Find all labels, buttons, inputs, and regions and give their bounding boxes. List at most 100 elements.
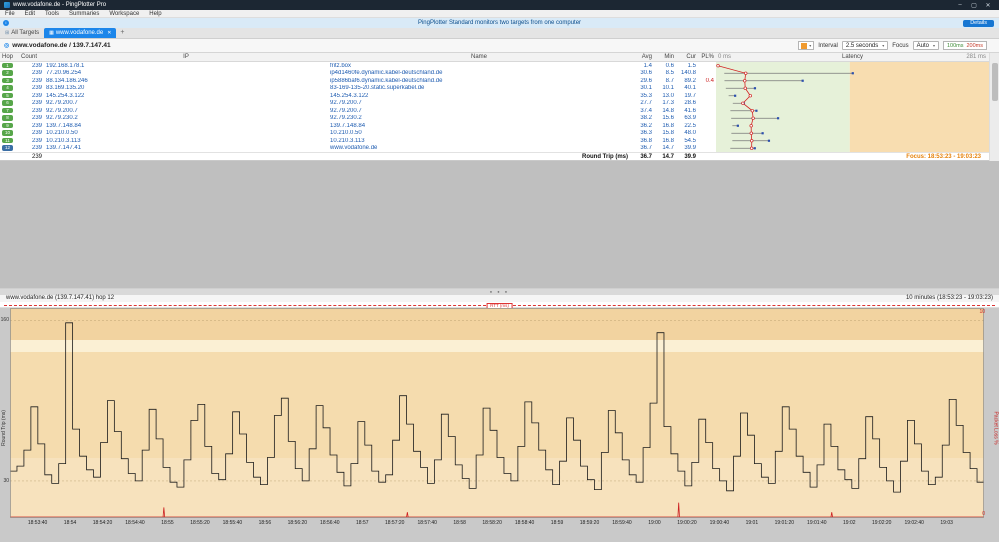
hop-badge-icon[interactable]: 6	[2, 100, 13, 106]
col-hop[interactable]: Hop	[0, 54, 14, 60]
app-icon	[4, 2, 10, 8]
tab-close-icon[interactable]: ✕	[107, 30, 111, 36]
cell-hop: 5	[0, 92, 14, 99]
col-avg[interactable]: Avg	[630, 54, 654, 60]
x-tick-label: 19:01:40	[807, 520, 827, 526]
cell-hop: 11	[0, 137, 14, 144]
chevron-down-icon: ▾	[882, 43, 885, 48]
hop-badge-icon[interactable]: 3	[2, 77, 13, 84]
hop-badge-icon[interactable]: 2	[2, 70, 13, 76]
cell-ip: 88.134.186.246	[46, 77, 88, 84]
hop-badge-icon[interactable]: 1	[2, 62, 13, 69]
cell-name: 10.210.0.50	[330, 130, 362, 137]
pingplotter-window: www.vodafone.de - PingPlotter Pro – ▢ ✕ …	[0, 0, 999, 542]
x-tick-label: 18:55:20	[190, 520, 210, 526]
cell-avg: 30.1	[640, 85, 652, 92]
focus-select[interactable]: Auto ▾	[912, 41, 939, 50]
hop-badge-icon[interactable]: 10	[2, 130, 13, 136]
timeline-header: www.vodafone.de (139.7.147.41) hop 12 10…	[0, 295, 999, 302]
trace-icon: ▦	[49, 30, 54, 36]
cell-min: 17.3	[662, 100, 674, 107]
cell-count: 239	[31, 115, 42, 122]
x-tick-label: 19:02	[842, 520, 856, 526]
hop-badge-icon[interactable]: 5	[2, 92, 13, 99]
col-pl[interactable]: PL%	[698, 54, 716, 60]
latency-minigraph[interactable]	[716, 62, 989, 152]
empty-panel	[0, 161, 999, 288]
titlebar[interactable]: www.vodafone.de - PingPlotter Pro – ▢ ✕	[0, 0, 999, 10]
cell-cur: 41.6	[684, 107, 696, 114]
table-scrollbar[interactable]	[989, 53, 999, 161]
col-latency[interactable]: 0 ms Latency 281 ms	[716, 54, 989, 60]
minimize-button[interactable]: –	[953, 2, 967, 8]
close-button[interactable]: ✕	[981, 2, 995, 9]
cell-avg: 36.7	[640, 145, 652, 152]
new-tab-button[interactable]: +	[116, 28, 128, 38]
hop-badge-icon[interactable]: 4	[2, 85, 13, 91]
col-min[interactable]: Min	[654, 54, 676, 60]
cell-ip: 10.210.0.50	[46, 130, 78, 137]
cell-ip: 77.20.96.254	[46, 70, 82, 77]
trace-color-picker[interactable]: ▾	[798, 41, 815, 50]
timeline-panel: www.vodafone.de (139.7.147.41) hop 12 10…	[0, 295, 999, 542]
col-name[interactable]: Name	[328, 54, 630, 60]
cell-count: 239	[31, 130, 42, 137]
cell-min: 16.8	[662, 122, 674, 129]
col-cur[interactable]: Cur	[676, 54, 698, 60]
menu-workspace[interactable]: Workspace	[104, 11, 144, 17]
menu-help[interactable]: Help	[144, 11, 166, 17]
cell-avg: 1.4	[643, 62, 652, 69]
cell-hop: 1	[0, 62, 14, 69]
cell-count: 239	[31, 85, 42, 92]
x-tick-label: 18:57	[355, 520, 369, 526]
cell-name: 92.79.200.7	[330, 100, 362, 107]
menu-edit[interactable]: Edit	[20, 11, 40, 17]
cell-hop: 3	[0, 77, 14, 84]
interval-select[interactable]: 2.5 seconds ▾	[841, 41, 889, 50]
cell-cur: 22.5	[684, 122, 696, 129]
license-banner: i PingPlotter Standard monitors two targ…	[0, 18, 999, 28]
x-tick-label: 18:58	[453, 520, 466, 526]
hop-badge-icon[interactable]: 11	[2, 137, 13, 144]
cell-count: 239	[31, 77, 42, 84]
interval-label: Interval	[818, 42, 838, 49]
x-axis-ticks: 18:53:40 18:54 18:54:20 18:54:40 18:55 18:55:…	[0, 519, 999, 527]
cell-avg: 36.3	[640, 130, 652, 137]
cell-cur: 19.7	[684, 92, 696, 99]
x-tick-label: 18:53:40	[27, 520, 48, 526]
x-tick-label: 19:00:40	[709, 520, 730, 526]
cell-hop: 7	[0, 107, 14, 114]
cell-cur: 54.5	[684, 137, 696, 144]
cell-cur: 63.9	[684, 115, 696, 122]
col-ip[interactable]: IP	[44, 54, 328, 60]
tab-all-targets[interactable]: ⊞ All Targets	[0, 28, 44, 38]
pane-splitter[interactable]: ● ● ●	[0, 288, 999, 295]
col-count[interactable]: Count	[14, 54, 44, 60]
cell-hop: 10	[0, 130, 14, 136]
details-button[interactable]: Details	[963, 19, 994, 27]
cell-ip: 10.210.3.113	[46, 137, 81, 144]
x-tick-label: 18:55:40	[222, 520, 243, 526]
hop-badge-icon[interactable]: 9	[2, 122, 13, 129]
tab-vodafone[interactable]: ▦ www.vodafone.de ✕	[44, 28, 117, 38]
timeline-graph[interactable]	[10, 308, 984, 518]
round-trip-min: 14.7	[662, 153, 674, 160]
scrollbar-thumb[interactable]	[992, 63, 998, 101]
hop-badge-icon[interactable]: 12	[2, 145, 13, 151]
cell-hop: 2	[0, 70, 14, 76]
menu-file[interactable]: File	[0, 11, 20, 17]
cell-min: 8.5	[665, 70, 674, 77]
cell-min: 10.1	[662, 85, 674, 92]
menu-tools[interactable]: Tools	[40, 11, 64, 17]
tabbar: ⊞ All Targets ▦ www.vodafone.de ✕ +	[0, 28, 999, 39]
latency-scale-legend[interactable]: 100ms 200ms	[942, 41, 987, 50]
menubar: File Edit Tools Summaries Workspace Help	[0, 10, 999, 18]
hop-badge-icon[interactable]: 8	[2, 115, 13, 121]
x-tick-label: 18:58:20	[482, 520, 502, 526]
cell-hop: 12	[0, 145, 14, 151]
hop-badge-icon[interactable]: 7	[2, 107, 13, 114]
menu-summaries[interactable]: Summaries	[64, 11, 104, 17]
cell-pl: 0.4	[705, 77, 714, 84]
maximize-button[interactable]: ▢	[967, 2, 981, 9]
x-tick-label: 19:02:40	[904, 520, 924, 526]
